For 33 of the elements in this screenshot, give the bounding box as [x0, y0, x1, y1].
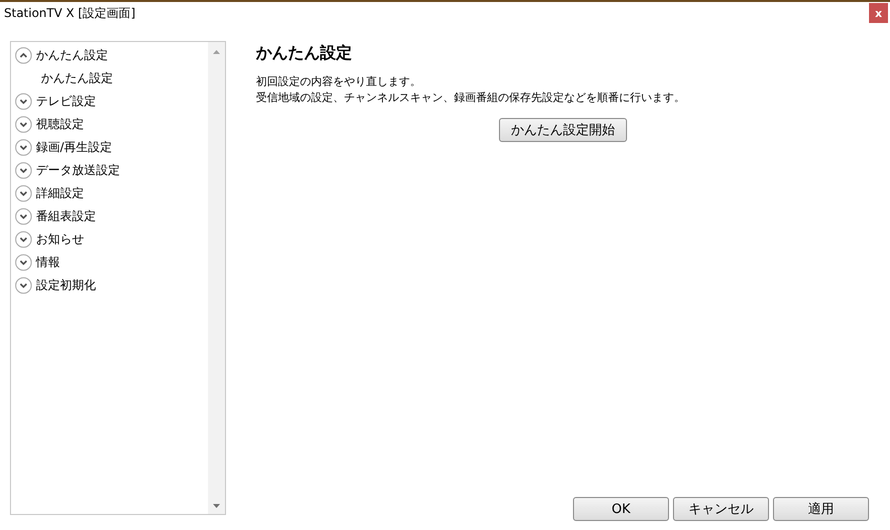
expand-icon: [15, 254, 32, 271]
tree-item[interactable]: 情報: [11, 251, 208, 274]
tree-item[interactable]: 設定初期化: [11, 274, 208, 297]
expand-icon: [15, 231, 32, 248]
tree-item[interactable]: かんたん設定: [11, 67, 208, 90]
description-text: 受信地域の設定、チャンネルスキャン、録画番組の保存先設定などを順番に行います。: [256, 90, 686, 106]
dialog-button[interactable]: キャンセル: [673, 497, 769, 521]
scroll-down-icon[interactable]: [213, 504, 220, 508]
expand-icon: [15, 116, 32, 133]
tree-item[interactable]: 詳細設定: [11, 182, 208, 205]
expand-icon: [15, 139, 32, 156]
expand-icon: [15, 277, 32, 294]
tree-item[interactable]: かんたん設定: [11, 44, 208, 67]
close-button[interactable]: x: [869, 3, 888, 23]
tree-item[interactable]: お知らせ: [11, 228, 208, 251]
dialog-button[interactable]: OK: [573, 497, 669, 521]
expand-icon: [15, 162, 32, 179]
scroll-up-icon[interactable]: [213, 50, 220, 54]
tree-item[interactable]: 番組表設定: [11, 205, 208, 228]
window-title: StationTV X [設定画面]: [4, 4, 136, 22]
section-heading: かんたん設定: [256, 43, 353, 64]
tree-item[interactable]: データ放送設定: [11, 159, 208, 182]
tree-item[interactable]: 録画/再生設定: [11, 136, 208, 159]
description-text: 初回設定の内容をやり直します。: [256, 74, 422, 90]
scrollbar[interactable]: [208, 42, 225, 514]
start-setup-button[interactable]: かんたん設定開始: [499, 118, 627, 142]
expand-icon: [15, 208, 32, 225]
dialog-button[interactable]: 適用: [773, 497, 869, 521]
tree-item[interactable]: 視聴設定: [11, 113, 208, 136]
expand-icon: [15, 185, 32, 202]
tree-item[interactable]: テレビ設定: [11, 90, 208, 113]
expand-icon: [15, 93, 32, 110]
collapse-icon: [15, 47, 32, 64]
